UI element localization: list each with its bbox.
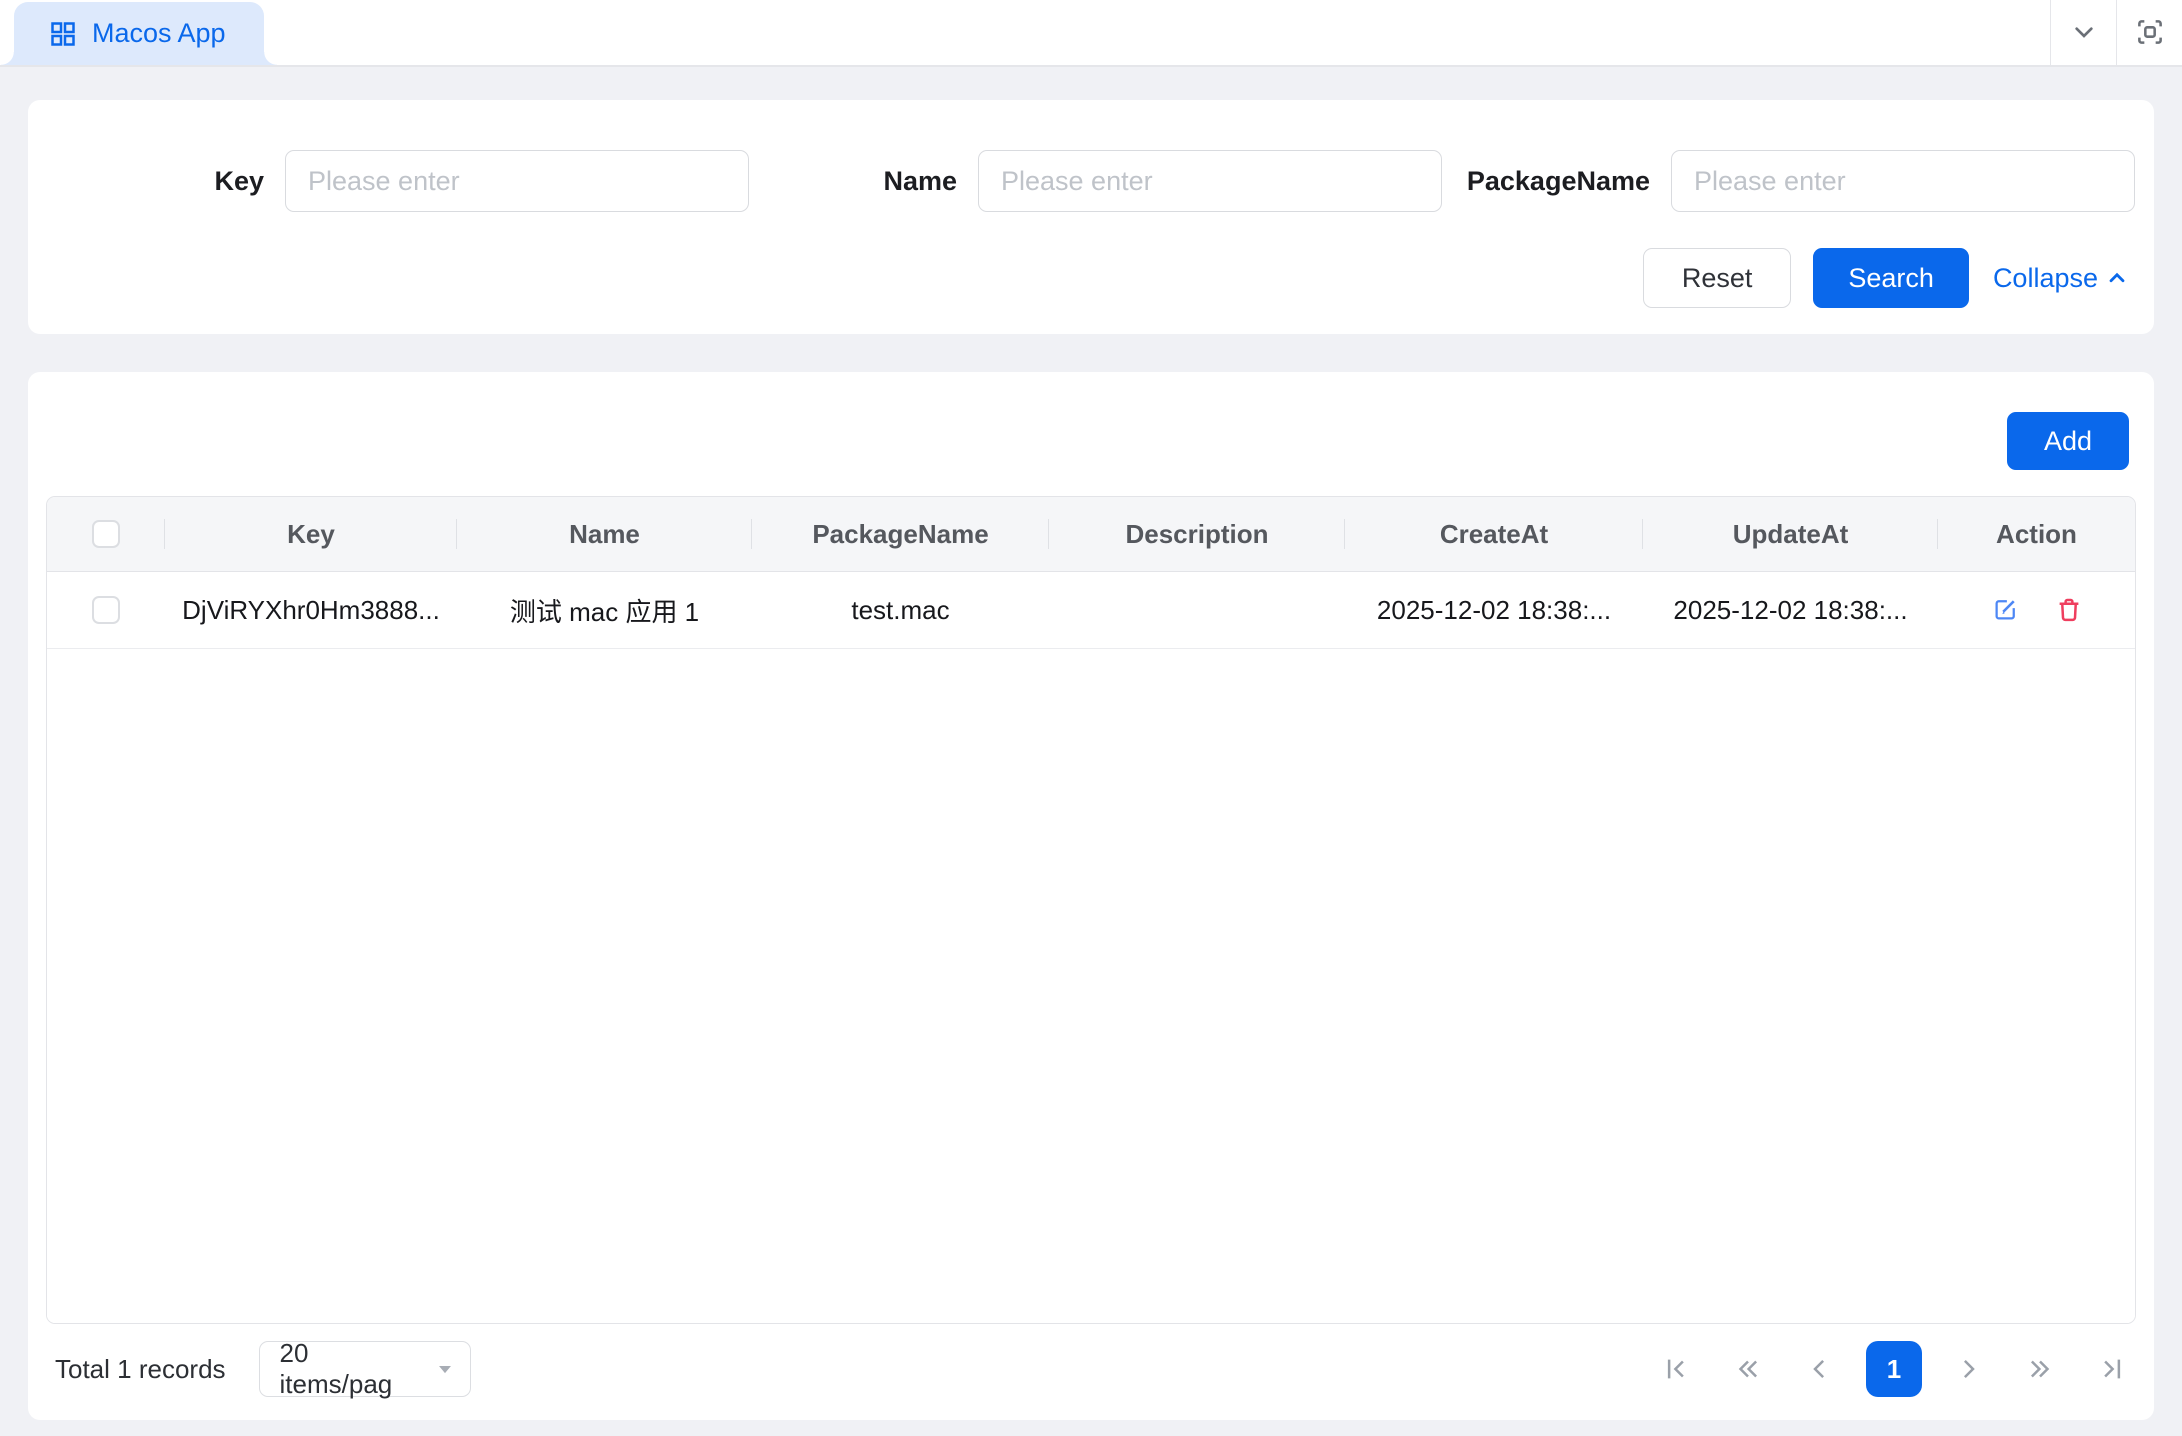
table-empty-area: [47, 649, 2135, 1323]
pagination: 1: [1650, 1341, 2138, 1397]
page-first-button[interactable]: [1650, 1343, 1702, 1395]
page-last-icon: [2097, 1354, 2127, 1384]
page-size-select[interactable]: 20 items/pag: [259, 1341, 471, 1397]
select-all-checkbox[interactable]: [92, 520, 120, 548]
tab-list-dropdown-button[interactable]: [2050, 0, 2116, 65]
page-prev-icon: [1805, 1354, 1835, 1384]
name-input[interactable]: [978, 150, 1442, 212]
column-header-packagename: PackageName: [752, 497, 1049, 571]
page-first-icon: [1661, 1354, 1691, 1384]
packagename-field-label: PackageName: [1467, 166, 1650, 197]
column-header-name: Name: [457, 497, 752, 571]
cell-updateat: 2025-12-02 18:38:...: [1643, 595, 1938, 626]
table-row: DjViRYXhr0Hm3888... 测试 mac 应用 1 test.mac…: [47, 572, 2135, 649]
column-header-action: Action: [1938, 497, 2135, 571]
total-records-text: Total 1 records: [55, 1354, 226, 1385]
cell-packagename: test.mac: [752, 595, 1049, 626]
cell-name: 测试 mac 应用 1: [457, 592, 752, 629]
page-prev-button[interactable]: [1794, 1343, 1846, 1395]
page-forward5-button[interactable]: [2014, 1343, 2066, 1395]
delete-button[interactable]: [2054, 595, 2084, 625]
filter-field-key: Key: [56, 150, 749, 212]
header-checkbox-cell: [47, 497, 165, 571]
cell-action: [1938, 595, 2135, 625]
table-header-row: Key Name PackageName Description CreateA…: [47, 497, 2135, 572]
add-button[interactable]: Add: [2007, 412, 2129, 470]
edit-icon: [1990, 595, 2020, 625]
grid-icon: [48, 19, 78, 49]
page-last-button[interactable]: [2086, 1343, 2138, 1395]
page-next-button[interactable]: [1942, 1343, 1994, 1395]
table-card: Add Key Name PackageName Description Cre…: [28, 372, 2154, 1420]
fullscreen-icon: [2133, 15, 2167, 49]
chevron-down-icon: [2068, 16, 2100, 48]
cell-createat: 2025-12-02 18:38:...: [1345, 595, 1643, 626]
data-table: Key Name PackageName Description CreateA…: [46, 496, 2136, 1324]
caret-down-icon: [432, 1356, 458, 1382]
filter-field-name: Name: [749, 150, 1442, 212]
collapse-link-label: Collapse: [1993, 263, 2098, 294]
column-header-key: Key: [165, 497, 457, 571]
fullscreen-button[interactable]: [2116, 0, 2182, 65]
key-field-label: Key: [214, 166, 264, 197]
tab-bar: Macos App: [0, 0, 2182, 67]
key-input[interactable]: [285, 150, 749, 212]
filter-fields-row: Key Name PackageName: [28, 100, 2154, 212]
trash-icon: [2054, 595, 2084, 625]
column-header-createat: CreateAt: [1345, 497, 1643, 571]
cell-key: DjViRYXhr0Hm3888...: [165, 595, 457, 626]
edit-button[interactable]: [1990, 595, 2020, 625]
page-size-value: 20 items/pag: [280, 1338, 426, 1400]
table-footer: Total 1 records 20 items/pag: [28, 1324, 2154, 1420]
column-header-description: Description: [1049, 497, 1345, 571]
page-forward5-icon: [2025, 1354, 2055, 1384]
collapse-link[interactable]: Collapse: [1993, 263, 2130, 294]
search-button[interactable]: Search: [1813, 248, 1969, 308]
page-back5-icon: [1733, 1354, 1763, 1384]
packagename-input[interactable]: [1671, 150, 2135, 212]
chevron-up-icon: [2104, 265, 2130, 291]
tab-macos-app[interactable]: Macos App: [14, 2, 264, 65]
reset-button[interactable]: Reset: [1643, 248, 1792, 308]
filter-card: Key Name PackageName Reset Search Collap…: [28, 100, 2154, 334]
row-checkbox-cell: [47, 596, 165, 624]
tab-label: Macos App: [92, 18, 226, 49]
page-back5-button[interactable]: [1722, 1343, 1774, 1395]
page-number-1[interactable]: 1: [1866, 1341, 1922, 1397]
page-next-icon: [1953, 1354, 1983, 1384]
filter-field-packagename: PackageName: [1442, 150, 2135, 212]
filter-actions-row: Reset Search Collapse: [28, 212, 2154, 308]
table-toolbar: Add: [28, 372, 2154, 470]
row-checkbox[interactable]: [92, 596, 120, 624]
tabbar-controls: [2050, 0, 2182, 65]
column-header-updateat: UpdateAt: [1643, 497, 1938, 571]
name-field-label: Name: [883, 166, 957, 197]
